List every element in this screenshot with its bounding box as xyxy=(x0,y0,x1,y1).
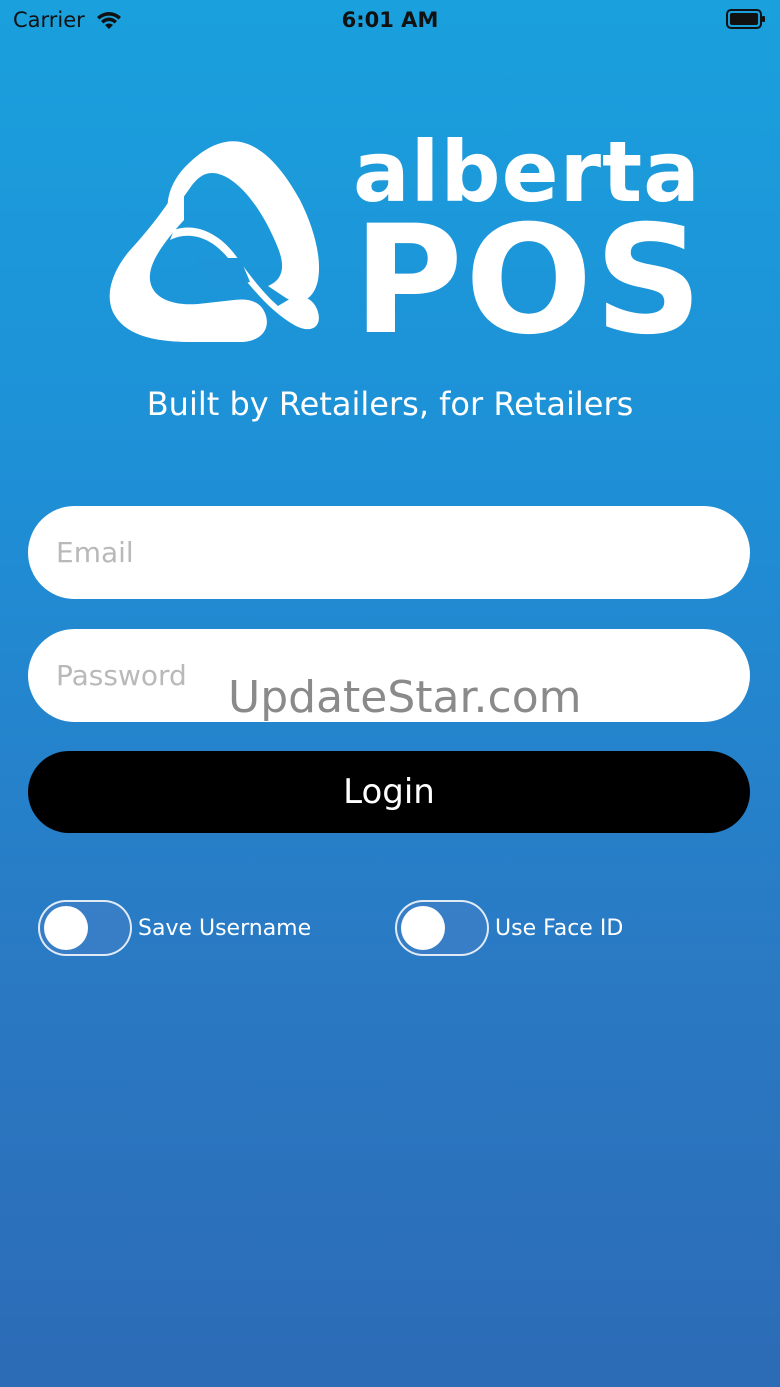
tagline: Built by Retailers, for Retailers xyxy=(146,385,634,423)
save-username-toggle[interactable] xyxy=(38,900,132,956)
brand-name-pos: POS xyxy=(353,194,705,368)
toggle-knob xyxy=(401,906,445,950)
password-input[interactable] xyxy=(28,629,750,722)
face-id-label: Use Face ID xyxy=(495,915,624,941)
password-field-container xyxy=(28,629,750,722)
toggle-knob xyxy=(44,906,88,950)
save-username-toggle-row: Save Username xyxy=(38,899,311,957)
login-button[interactable]: Login xyxy=(28,751,750,833)
battery-icon xyxy=(726,9,765,29)
app-logo: alberta POS xyxy=(100,130,702,365)
email-field-container xyxy=(28,506,750,599)
email-input[interactable] xyxy=(28,506,750,599)
triangle-knot-logo-icon xyxy=(109,141,320,342)
face-id-toggle-row: Use Face ID xyxy=(395,899,623,957)
face-id-toggle[interactable] xyxy=(395,900,489,956)
save-username-label: Save Username xyxy=(138,915,312,941)
status-bar: Carrier 6:01 AM xyxy=(0,0,780,40)
clock: 6:01 AM xyxy=(341,8,439,32)
